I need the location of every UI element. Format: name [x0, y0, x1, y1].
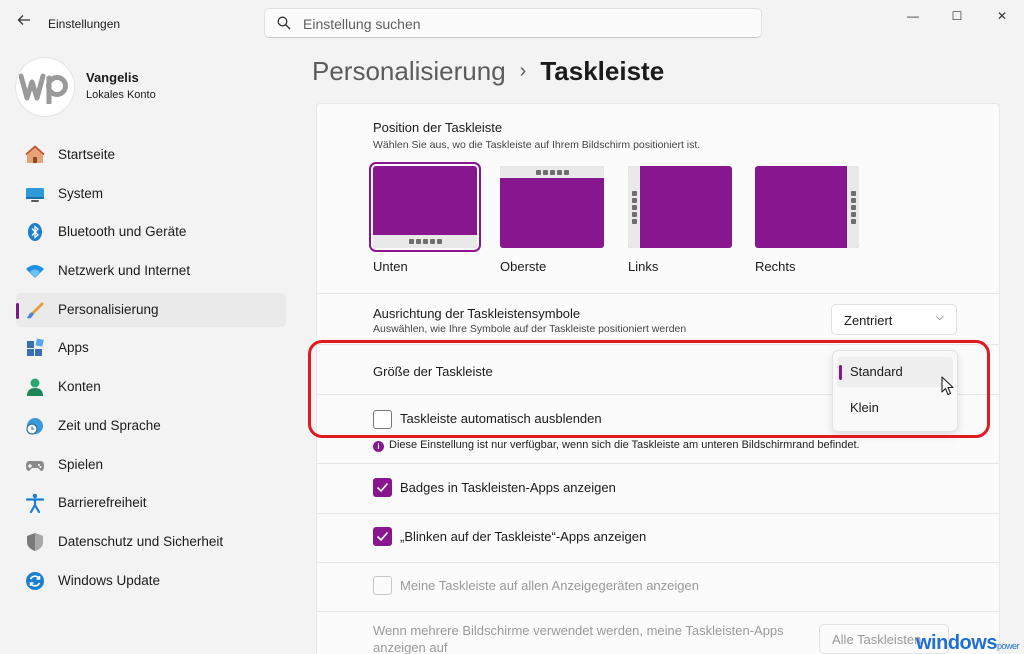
- badges-label: Badges in Taskleisten-Apps anzeigen: [400, 480, 616, 495]
- flashing-label: „Blinken auf der Taskleiste“-Apps anzeig…: [400, 529, 647, 544]
- divider: [317, 293, 999, 294]
- multi-display-value: Alle Taskleisten: [832, 632, 922, 647]
- gamepad-icon: [26, 460, 44, 471]
- position-option-rechts[interactable]: [755, 166, 859, 248]
- sidebar-nav: Startseite System Bluetooth und Geräte N…: [16, 138, 286, 602]
- account-icon: [27, 378, 43, 397]
- breadcrumb-current: Taskleiste: [540, 56, 665, 86]
- autohide-info: i Diese Einstellung ist nur verfügbar, we…: [373, 439, 860, 452]
- position-label-unten: Unten: [373, 259, 408, 274]
- system-icon: [26, 187, 44, 202]
- all-displays-checkbox[interactable]: [373, 576, 392, 595]
- autohide-checkbox[interactable]: [373, 410, 392, 429]
- checkmark-icon: [376, 531, 389, 542]
- sidebar-item-konten[interactable]: Konten: [16, 370, 286, 404]
- back-arrow-icon[interactable]: [14, 13, 34, 33]
- taskbar-preview-left: [628, 166, 640, 248]
- search-icon: [277, 16, 291, 30]
- divider: [317, 513, 999, 514]
- page-title: Personalisierung › Taskleiste: [312, 56, 664, 87]
- divider: [317, 344, 999, 345]
- mouse-cursor-icon: [941, 376, 954, 396]
- sidebar-item-datenschutz[interactable]: Datenschutz und Sicherheit: [16, 525, 286, 559]
- autohide-label: Taskleiste automatisch ausblenden: [400, 411, 602, 426]
- badges-checkbox[interactable]: [373, 478, 392, 497]
- sidebar-item-startseite[interactable]: Startseite: [16, 138, 286, 172]
- brush-icon: [27, 301, 44, 319]
- watermark-logo: windowspower: [916, 632, 1019, 654]
- position-description: Wählen Sie aus, wo die Taskleiste auf Ih…: [373, 139, 701, 151]
- position-option-links[interactable]: [628, 166, 732, 248]
- sidebar-item-apps[interactable]: Apps: [16, 331, 286, 365]
- sidebar-item-windows-update[interactable]: Windows Update: [16, 564, 286, 598]
- autohide-info-text: Diese Einstellung ist nur verfügbar, wen…: [389, 439, 860, 451]
- info-icon: i: [373, 441, 384, 452]
- update-icon: [26, 571, 44, 590]
- sidebar-item-spielen[interactable]: Spielen: [16, 448, 286, 482]
- title-bar: Einstellungen Einstellung suchen — ☐ ✕: [0, 0, 1024, 46]
- all-displays-label: Meine Taskleiste auf allen Anzeigegeräte…: [400, 578, 699, 593]
- alignment-title: Ausrichtung der Taskleistensymbole: [373, 306, 581, 321]
- app-title: Einstellungen: [48, 17, 121, 31]
- size-title: Größe der Taskleiste: [373, 364, 493, 379]
- shield-icon: [27, 532, 43, 551]
- minimize-button[interactable]: —: [898, 8, 928, 24]
- position-label-links: Links: [628, 259, 659, 274]
- profile-account-type: Lokales Konto: [86, 89, 156, 101]
- multi-display-label: Wenn mehrere Bildschirme verwendet werde…: [373, 623, 784, 654]
- divider: [317, 611, 999, 612]
- bluetooth-icon: [28, 223, 42, 242]
- sidebar-item-zeit-sprache[interactable]: Zeit und Sprache: [16, 409, 286, 443]
- divider: [317, 463, 999, 464]
- search-input[interactable]: Einstellung suchen: [264, 8, 762, 38]
- position-option-unten[interactable]: [369, 162, 481, 252]
- chevron-down-icon: ⌵: [935, 311, 944, 323]
- position-label-rechts: Rechts: [755, 259, 796, 274]
- sidebar-item-bluetooth[interactable]: Bluetooth und Geräte: [16, 215, 286, 249]
- clock-globe-icon: [26, 417, 43, 435]
- wifi-icon: [26, 265, 44, 279]
- size-dropdown-popup[interactable]: Standard Klein: [832, 350, 958, 432]
- close-button[interactable]: ✕: [987, 8, 1017, 24]
- taskbar-preview-right: [847, 166, 859, 248]
- sidebar-item-netzwerk[interactable]: Netzwerk und Internet: [16, 254, 286, 288]
- taskbar-settings-panel: Position der Taskleiste Wählen Sie aus, …: [316, 103, 1000, 654]
- taskbar-preview-bottom: [373, 235, 477, 248]
- sidebar-item-system[interactable]: System: [16, 177, 286, 211]
- maximize-button[interactable]: ☐: [942, 8, 972, 24]
- alignment-description: Auswählen, wie Ihre Symbole auf der Task…: [373, 323, 687, 335]
- taskbar-preview-top: [500, 166, 604, 178]
- alignment-dropdown[interactable]: Zentriert ⌵: [831, 304, 957, 335]
- position-option-oberste[interactable]: [500, 166, 604, 248]
- avatar: [16, 58, 74, 116]
- flashing-checkbox[interactable]: [373, 527, 392, 546]
- sidebar-item-barrierefreiheit[interactable]: Barrierefreiheit: [16, 486, 286, 520]
- home-icon: [25, 145, 45, 163]
- breadcrumb-separator: ›: [519, 60, 527, 82]
- size-option-standard[interactable]: Standard: [837, 357, 953, 387]
- position-title: Position der Taskleiste: [373, 120, 503, 135]
- alignment-value: Zentriert: [844, 313, 893, 328]
- accessibility-icon: [25, 493, 45, 514]
- breadcrumb-personalisierung[interactable]: Personalisierung: [312, 56, 506, 86]
- sidebar-item-personalisierung[interactable]: Personalisierung: [16, 292, 286, 327]
- size-option-klein[interactable]: Klein: [837, 393, 953, 423]
- apps-icon: [27, 338, 44, 357]
- divider: [317, 562, 999, 563]
- profile-name: Vangelis: [86, 70, 139, 85]
- checkmark-icon: [376, 482, 389, 493]
- position-label-oberste: Oberste: [500, 259, 547, 274]
- search-placeholder: Einstellung suchen: [303, 16, 421, 32]
